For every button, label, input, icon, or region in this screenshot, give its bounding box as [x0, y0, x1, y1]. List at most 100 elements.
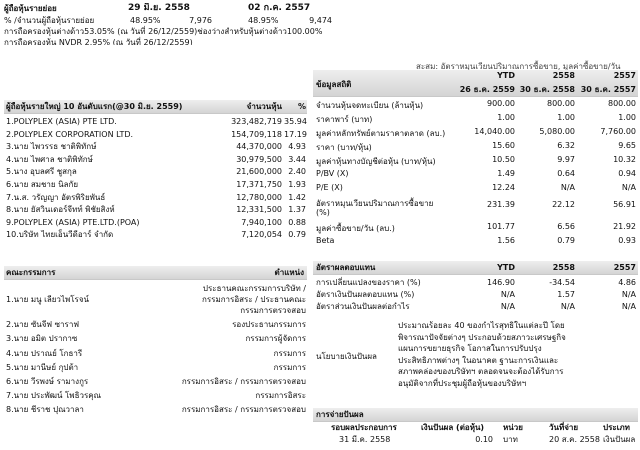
shareholder-name: 2.POLYPLEX CORPORATION LTD.: [6, 129, 134, 139]
shareholder-pct: 1.37: [288, 205, 306, 215]
shareholder-shares: 17,371,750: [236, 180, 282, 189]
stat-2557: 21.92: [613, 222, 636, 231]
director-name: 7.นาย ประพัฒน์ โพธิวรคุณ: [6, 391, 102, 401]
board-row: 4.นาย ปราณย์ โกธารี กรรมการ: [4, 347, 307, 358]
dividend-policy-label: นโยบายเงินปันผล: [316, 352, 377, 361]
holder-pct-2: 48.95%: [248, 16, 279, 25]
div-col-type: ประเภท: [603, 423, 630, 432]
returns-panel: อัตราผลตอบแทน YTD 2558 2557 การเปลี่ยนแป…: [313, 261, 638, 313]
stats-d-2558: 30 ธ.ค. 2558: [519, 85, 575, 94]
stat-2557: 9.65: [618, 141, 636, 150]
date-col-1: 29 มิ.ย. 2558: [128, 3, 190, 13]
div-period: 31 มี.ค. 2558: [339, 435, 391, 444]
stat-2558: 22.12: [552, 200, 575, 209]
stat-label: มูลค่าหลักทรัพย์ตามราคาตลาด (ลบ.): [316, 129, 446, 138]
stat-ytd: 15.60: [492, 141, 515, 150]
stat-ytd: 1.49: [497, 169, 515, 178]
shareholder-name: 8.นาย ยัสวินเดอร์จีทท์ พิชัยสิงห์: [6, 205, 115, 215]
stat-2557: N/A: [621, 183, 636, 192]
stat-ytd: 1.00: [497, 113, 515, 122]
stat-row: P/E (X) 12.24 N/A N/A: [313, 183, 638, 194]
stat-row: มูลค่าหุ้นทางบัญชีต่อหุ้น (บาท/หุ้น) 10.5…: [313, 155, 638, 166]
stat-2558: 9.97: [557, 155, 575, 164]
shareholder-name: 5.นาง อุบลศรี ชูสกุล: [6, 167, 77, 177]
shareholder-pct: 3.44: [288, 154, 306, 164]
returns-h-2558: 2558: [552, 263, 575, 272]
return-label: การเปลี่ยนแปลงของราคา (%): [316, 278, 421, 287]
holder-count-1: 7,976: [189, 16, 212, 25]
return-row: อัตราส่วนเงินปันผลต่อกำไร N/A N/A N/A: [313, 301, 638, 312]
stats-d-2557: 30 ธ.ค. 2557: [580, 85, 636, 94]
stat-2558: N/A: [560, 183, 575, 192]
return-2558: N/A: [560, 302, 575, 311]
holder-count-2: 9,474: [309, 16, 332, 25]
stats-panel: ข้อมูลสถิติ YTD 2558 2557 26 ธ.ค. 2559 3…: [313, 70, 638, 250]
director-position: กรรมการตรวจสอบ: [240, 306, 306, 315]
director-position: กรรมการอิสระ: [255, 391, 306, 401]
shareholder-row: 1.POLYPLEX (ASIA) PTE LTD. 323,482,719 35.…: [4, 116, 307, 127]
policy-line: สภาพคล่องของบริษัทฯ ตลอดจนจะต้องได้รับกา…: [398, 367, 564, 376]
shareholder-row: 3.นาย ไพวรรธ ชาติพิทักษ์ 44,370,000 4.93: [4, 141, 307, 152]
nvdr-holding: การถือครองหุ้น NVDR 2.95% (ณ วันที่ 26/1…: [4, 38, 193, 45]
stat-row: มูลค่าซื้อขาย/วัน (ลบ.) 101.77 6.56 21.92: [313, 222, 638, 233]
shareholder-shares: 7,940,100: [241, 217, 282, 227]
returns-title: อัตราผลตอบแทน: [316, 263, 376, 272]
director-name: 1.นาย มนู เลียวไพโรจน์: [6, 295, 89, 304]
stat-label: P/E (X): [316, 183, 343, 192]
director-name: 4.นาย ปราณย์ โกธารี: [6, 348, 83, 358]
return-2557: 4.86: [618, 278, 636, 287]
shareholder-name: 10.บริษัท ไทยเอ็นวีดีอาร์ จำกัด: [6, 230, 114, 240]
shareholder-shares: 323,482,719: [231, 117, 282, 126]
return-2557: N/A: [621, 302, 636, 311]
stat-label: มูลค่าหุ้นทางบัญชีต่อหุ้น (บาท/หุ้น): [316, 157, 436, 166]
shareholder-pct: 1.93: [288, 180, 306, 189]
shareholder-pct: 0.88: [288, 217, 306, 227]
stat-row: ราคาพาร์ (บาท) 1.00 1.00 1.00: [313, 113, 638, 124]
board-row: 6.นาย วีรพงษ์ รามางกูร กรรมการอิสระ / กรร…: [4, 375, 307, 386]
stat-label: ราคา (บาท/หุ้น): [316, 143, 372, 152]
director-position: รองประธานกรรมการ: [232, 320, 306, 330]
shareholder-row: 8.นาย ยัสวินเดอร์จีทท์ พิชัยสิงห์ 12,331,…: [4, 204, 307, 215]
div-col-amount: เงินปันผล (ต่อหุ้น): [421, 423, 485, 432]
stat-row: มูลค่าหลักทรัพย์ตามราคาตลาด (ลบ.) 14,040.…: [313, 127, 638, 138]
board-title: คณะกรรมการ: [6, 268, 56, 277]
stat-row: Beta 1.56 0.79 0.93: [313, 236, 638, 247]
stat-2558: 800.00: [547, 99, 575, 108]
return-row: การเปลี่ยนแปลงของราคา (%) 146.90 -34.54 4.8…: [313, 277, 638, 288]
stats-h-ytd: YTD: [497, 71, 515, 80]
return-ytd: N/A: [500, 302, 515, 311]
stat-2558: 0.64: [557, 169, 575, 178]
stat-label: Beta: [316, 236, 335, 245]
stat-2558: 6.32: [557, 141, 575, 150]
shareholder-name: 7.น.ส. วรัญญา อัตรพิริยพันธ์: [6, 192, 106, 202]
holder-pct-1: 48.95%: [130, 16, 161, 25]
return-label: อัตราเงินปันผลตอบแทน (%): [316, 290, 415, 299]
director-position: กรรมการ: [273, 348, 306, 358]
shareholder-row: 4.นาย ไพศาล ชาติพิทักษ์ 30,979,500 3.44: [4, 154, 307, 165]
director-name: 2.นาย ซันจีฟ ซาราฟ: [6, 320, 79, 330]
holder-pct-label: % /จำนวนผู้ถือหุ้นรายย่อย: [4, 16, 95, 25]
shareholder-name: 6.นาย สมชาย นิลกัย: [6, 180, 79, 189]
board-row: 7.นาย ประพัฒน์ โพธิวรคุณ กรรมการอิสระ: [4, 389, 307, 400]
shareholder-name: 4.นาย ไพศาล ชาติพิทักษ์: [6, 154, 93, 164]
div-unit: บาท: [503, 435, 518, 444]
shareholder-row: 9.POLYPLEX (ASIA) PTE.LTD.(POA) 7,940,100…: [4, 217, 307, 228]
stat-ytd: 101.77: [487, 222, 515, 231]
stat-2557: 56.91: [613, 200, 636, 209]
stat-2557: 0.94: [618, 169, 636, 178]
shareholders-panel: ผู้ถือหุ้นรายใหญ่ 10 อันดับแรก(@30 มิ.ย.…: [4, 100, 307, 246]
stat-label: มูลค่าซื้อขาย/วัน (ลบ.): [316, 224, 395, 233]
stat-2558: 5,080.00: [539, 127, 575, 136]
stat-2557: 10.32: [613, 155, 636, 164]
stat-ytd: 12.24: [492, 183, 515, 192]
stat-label: (%): [316, 208, 330, 217]
board-panel: คณะกรรมการ ตำแหน่ง 1.นาย มนู เลียวไพโรจน…: [4, 266, 307, 426]
shareholder-pct: 0.79: [288, 230, 306, 240]
shareholder-pct: 35.94: [284, 117, 307, 126]
dividend-title: การจ่ายปันผล: [316, 410, 364, 419]
stat-label: อัตราหมุนเวียนปริมาณการซื้อขาย: [316, 199, 434, 208]
stat-2557: 0.93: [618, 236, 636, 245]
stat-label: ราคาพาร์ (บาท): [316, 115, 373, 124]
shareholder-row: 7.น.ส. วรัญญา อัตรพิริยพันธ์ 12,780,000 1.…: [4, 192, 307, 203]
div-date: 20 ส.ค. 2558: [549, 435, 600, 444]
